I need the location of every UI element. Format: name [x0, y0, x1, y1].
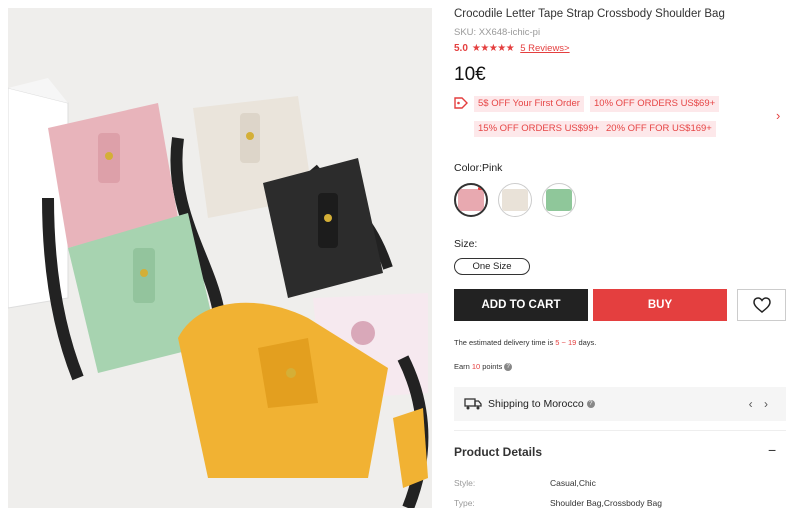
help-icon[interactable]: ? — [504, 362, 513, 371]
heart-icon — [752, 297, 771, 313]
truck-icon — [464, 398, 482, 410]
rating-value: 5.0 — [454, 43, 468, 54]
buy-button[interactable]: BUY — [593, 289, 727, 321]
product-details-heading[interactable]: Product Details — [454, 445, 542, 459]
coupon-badge[interactable]: 10% OFF ORDERS US$69+ — [590, 96, 720, 112]
reviews-link[interactable]: 5 Reviews> — [520, 43, 569, 54]
size-option-one-size[interactable]: One Size — [454, 258, 530, 275]
shipping-label: Shipping to Morocco — [488, 398, 584, 410]
swatch-preview — [502, 189, 528, 211]
product-sku: SKU: XX648-ichic-pi — [454, 27, 541, 38]
earn-points: Earn 10 points ? — [454, 362, 513, 371]
product-info-panel: Crocodile Letter Tape Strap Crossbody Sh… — [454, 0, 790, 515]
product-photo-illustration — [8, 8, 432, 508]
delivery-estimate: The estimated delivery time is 5 ~ 19 da… — [454, 338, 596, 347]
shipping-destination[interactable]: Shipping to Morocco ? ‹ › — [454, 387, 786, 421]
points-suffix: points — [482, 362, 503, 371]
help-icon[interactable]: ? — [586, 400, 595, 408]
coupon-badge[interactable]: 5$ OFF Your First Order — [474, 96, 584, 112]
size-label: Size: — [454, 238, 478, 250]
spec-value: Casual,Chic — [550, 478, 596, 488]
spec-value: Shoulder Bag,Crossbody Bag — [550, 498, 662, 508]
color-swatch-white[interactable] — [498, 183, 532, 217]
section-divider — [454, 430, 786, 431]
wishlist-button[interactable] — [737, 289, 786, 321]
product-price: 10€ — [454, 64, 486, 85]
delivery-prefix: The estimated delivery time is — [454, 338, 556, 347]
shipping-nav-arrows-icon[interactable]: ‹ › — [749, 397, 772, 411]
coupons-expand-icon[interactable]: › — [776, 108, 780, 123]
product-title: Crocodile Letter Tape Strap Crossbody Sh… — [454, 8, 725, 20]
rating-row: 5.0 ★★★★★ 5 Reviews> — [454, 43, 570, 54]
delivery-range: 5 ~ 19 — [555, 338, 577, 347]
points-value: 10 — [471, 362, 481, 371]
coupon-badge[interactable]: 20% OFF FOR US$169+ — [602, 121, 716, 137]
coupon-tag-icon — [454, 97, 468, 109]
spec-label: Style: — [454, 478, 476, 488]
hot-badge — [478, 187, 484, 190]
delivery-suffix: days. — [576, 338, 597, 347]
color-swatch-pink[interactable] — [454, 183, 488, 217]
spec-label: Type: — [454, 498, 475, 508]
swatch-preview — [458, 189, 484, 211]
color-swatch-green[interactable] — [542, 183, 576, 217]
rating-stars-icon: ★★★★★ — [471, 43, 515, 54]
swatch-preview — [546, 189, 572, 211]
product-image[interactable] — [8, 8, 432, 508]
color-label: Color:Pink — [454, 162, 503, 174]
collapse-icon[interactable]: − — [768, 442, 776, 458]
add-to-cart-button[interactable]: ADD TO CART — [454, 289, 588, 321]
points-prefix: Earn — [454, 362, 470, 371]
coupon-badge[interactable]: 15% OFF ORDERS US$99+ — [474, 121, 604, 137]
